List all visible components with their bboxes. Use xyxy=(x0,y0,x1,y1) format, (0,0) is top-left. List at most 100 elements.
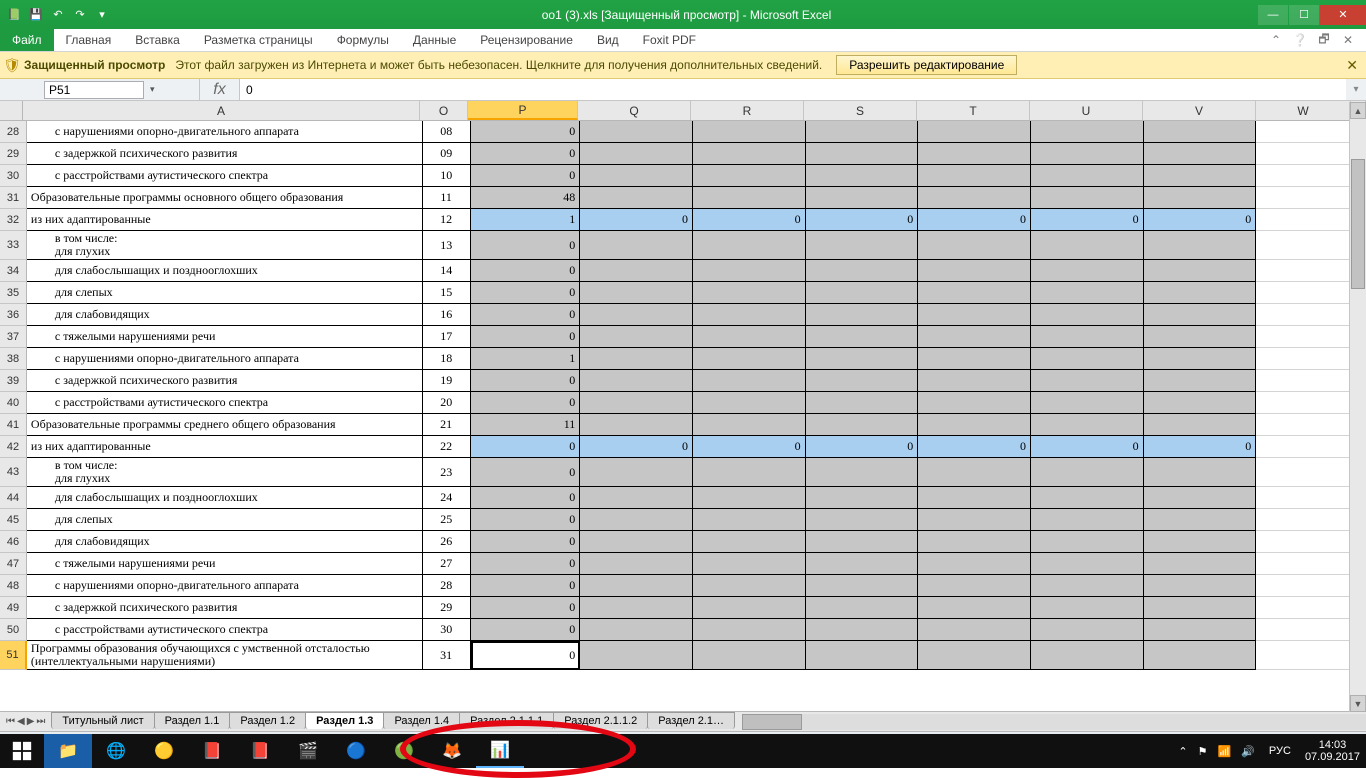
scroll-down-icon[interactable]: ▼ xyxy=(1350,695,1366,712)
cell-s[interactable] xyxy=(806,282,919,304)
col-header-O[interactable]: O xyxy=(420,101,468,120)
cell-u[interactable] xyxy=(1031,282,1144,304)
cell-o[interactable]: 09 xyxy=(423,143,471,165)
tray-network-icon[interactable]: 📶 xyxy=(1218,745,1232,758)
tab-review[interactable]: Рецензирование xyxy=(468,29,585,51)
cell-q[interactable]: 0 xyxy=(580,436,693,458)
cell-a[interactable]: с нарушениями опорно-двигательного аппар… xyxy=(27,575,423,597)
cell-v[interactable] xyxy=(1144,553,1257,575)
cell-v[interactable] xyxy=(1144,487,1257,509)
cell-r[interactable] xyxy=(693,348,806,370)
cell-p[interactable]: 0 xyxy=(471,509,581,531)
tab-nav-next-icon[interactable]: ▶ xyxy=(27,716,35,727)
cell-q[interactable] xyxy=(580,553,693,575)
undo-icon[interactable]: ↶ xyxy=(50,7,66,23)
cell-q[interactable] xyxy=(580,370,693,392)
row-header[interactable]: 28 xyxy=(0,121,27,143)
cell-w[interactable] xyxy=(1256,414,1351,436)
cell-o[interactable]: 25 xyxy=(423,509,471,531)
cell-w[interactable] xyxy=(1256,165,1351,187)
tab-nav-prev-icon[interactable]: ◀ xyxy=(17,716,25,727)
cell-s[interactable] xyxy=(806,348,919,370)
sheet-tab[interactable]: Раздел 1.2 xyxy=(229,712,306,729)
cell-o[interactable]: 15 xyxy=(423,282,471,304)
cell-p[interactable]: 0 xyxy=(471,121,581,143)
cell-u[interactable] xyxy=(1031,231,1144,260)
cell-r[interactable] xyxy=(693,304,806,326)
cell-w[interactable] xyxy=(1256,143,1351,165)
cell-r[interactable] xyxy=(693,121,806,143)
cell-w[interactable] xyxy=(1256,509,1351,531)
cell-p[interactable]: 0 xyxy=(471,487,581,509)
tray-language[interactable]: РУС xyxy=(1265,743,1295,759)
row-header[interactable]: 30 xyxy=(0,165,27,187)
cell-p[interactable]: 0 xyxy=(471,597,581,619)
cell-w[interactable] xyxy=(1256,348,1351,370)
scroll-up-icon[interactable]: ▲ xyxy=(1350,102,1366,119)
cell-u[interactable] xyxy=(1031,458,1144,487)
cell-s[interactable] xyxy=(806,326,919,348)
cell-w[interactable] xyxy=(1256,597,1351,619)
row-header[interactable]: 43 xyxy=(0,458,27,487)
cell-a[interactable]: с расстройствами аутистического спектра xyxy=(27,165,423,187)
cell-a[interactable]: с тяжелыми нарушениями речи xyxy=(27,553,423,575)
cell-u[interactable] xyxy=(1031,260,1144,282)
cell-t[interactable] xyxy=(918,414,1031,436)
cell-t[interactable] xyxy=(918,392,1031,414)
cell-q[interactable] xyxy=(580,487,693,509)
cell-t[interactable] xyxy=(918,370,1031,392)
sheet-tab[interactable]: Раздел 2.1.1.1 xyxy=(459,712,554,729)
cell-t[interactable] xyxy=(918,575,1031,597)
row-header[interactable]: 46 xyxy=(0,531,27,553)
cell-q[interactable] xyxy=(580,187,693,209)
sheet-tab[interactable]: Титульный лист xyxy=(51,712,154,729)
cell-q[interactable] xyxy=(580,121,693,143)
taskbar-app1-icon[interactable]: 🟡 xyxy=(140,734,188,768)
cell-a[interactable]: с тяжелыми нарушениями речи xyxy=(27,326,423,348)
cell-t[interactable]: 0 xyxy=(918,209,1031,231)
help-icon[interactable]: ❔ xyxy=(1292,32,1308,48)
col-header-V[interactable]: V xyxy=(1143,101,1256,120)
cell-p[interactable]: 0 xyxy=(471,326,581,348)
cell-o[interactable]: 12 xyxy=(423,209,471,231)
cell-a[interactable]: из них адаптированные xyxy=(27,209,423,231)
cell-q[interactable] xyxy=(580,619,693,641)
sheet-tab[interactable]: Раздел 2.1.1.2 xyxy=(553,712,648,729)
cell-r[interactable] xyxy=(693,597,806,619)
cell-a[interactable]: для слепых xyxy=(27,282,423,304)
cell-u[interactable] xyxy=(1031,187,1144,209)
col-header-T[interactable]: T xyxy=(917,101,1030,120)
cell-r[interactable] xyxy=(693,260,806,282)
cell-s[interactable] xyxy=(806,143,919,165)
cell-q[interactable] xyxy=(580,282,693,304)
cell-p[interactable]: 0 xyxy=(471,392,581,414)
cell-v[interactable] xyxy=(1144,509,1257,531)
cell-t[interactable] xyxy=(918,553,1031,575)
cell-s[interactable] xyxy=(806,304,919,326)
formula-input[interactable] xyxy=(240,79,1346,100)
cell-o[interactable]: 13 xyxy=(423,231,471,260)
cell-o[interactable]: 16 xyxy=(423,304,471,326)
tab-layout[interactable]: Разметка страницы xyxy=(192,29,325,51)
cell-s[interactable] xyxy=(806,531,919,553)
cell-s[interactable] xyxy=(806,187,919,209)
cell-r[interactable] xyxy=(693,553,806,575)
cell-o[interactable]: 22 xyxy=(423,436,471,458)
cell-p[interactable]: 0 xyxy=(471,619,581,641)
taskbar-app5-icon[interactable]: 🟢 xyxy=(380,734,428,768)
name-box[interactable] xyxy=(44,81,144,99)
cell-w[interactable] xyxy=(1256,392,1351,414)
cell-r[interactable] xyxy=(693,458,806,487)
row-header[interactable]: 44 xyxy=(0,487,27,509)
cell-r[interactable] xyxy=(693,509,806,531)
cell-v[interactable] xyxy=(1144,165,1257,187)
cell-v[interactable] xyxy=(1144,282,1257,304)
cell-o[interactable]: 29 xyxy=(423,597,471,619)
ribbon-minimize-icon[interactable]: ⌃ xyxy=(1268,32,1284,48)
cell-a[interactable]: с нарушениями опорно-двигательного аппар… xyxy=(27,348,423,370)
cell-s[interactable] xyxy=(806,231,919,260)
tab-data[interactable]: Данные xyxy=(401,29,468,51)
cell-a[interactable]: Образовательные программы среднего общег… xyxy=(27,414,423,436)
cell-t[interactable] xyxy=(918,304,1031,326)
cell-p[interactable]: 0 xyxy=(471,260,581,282)
